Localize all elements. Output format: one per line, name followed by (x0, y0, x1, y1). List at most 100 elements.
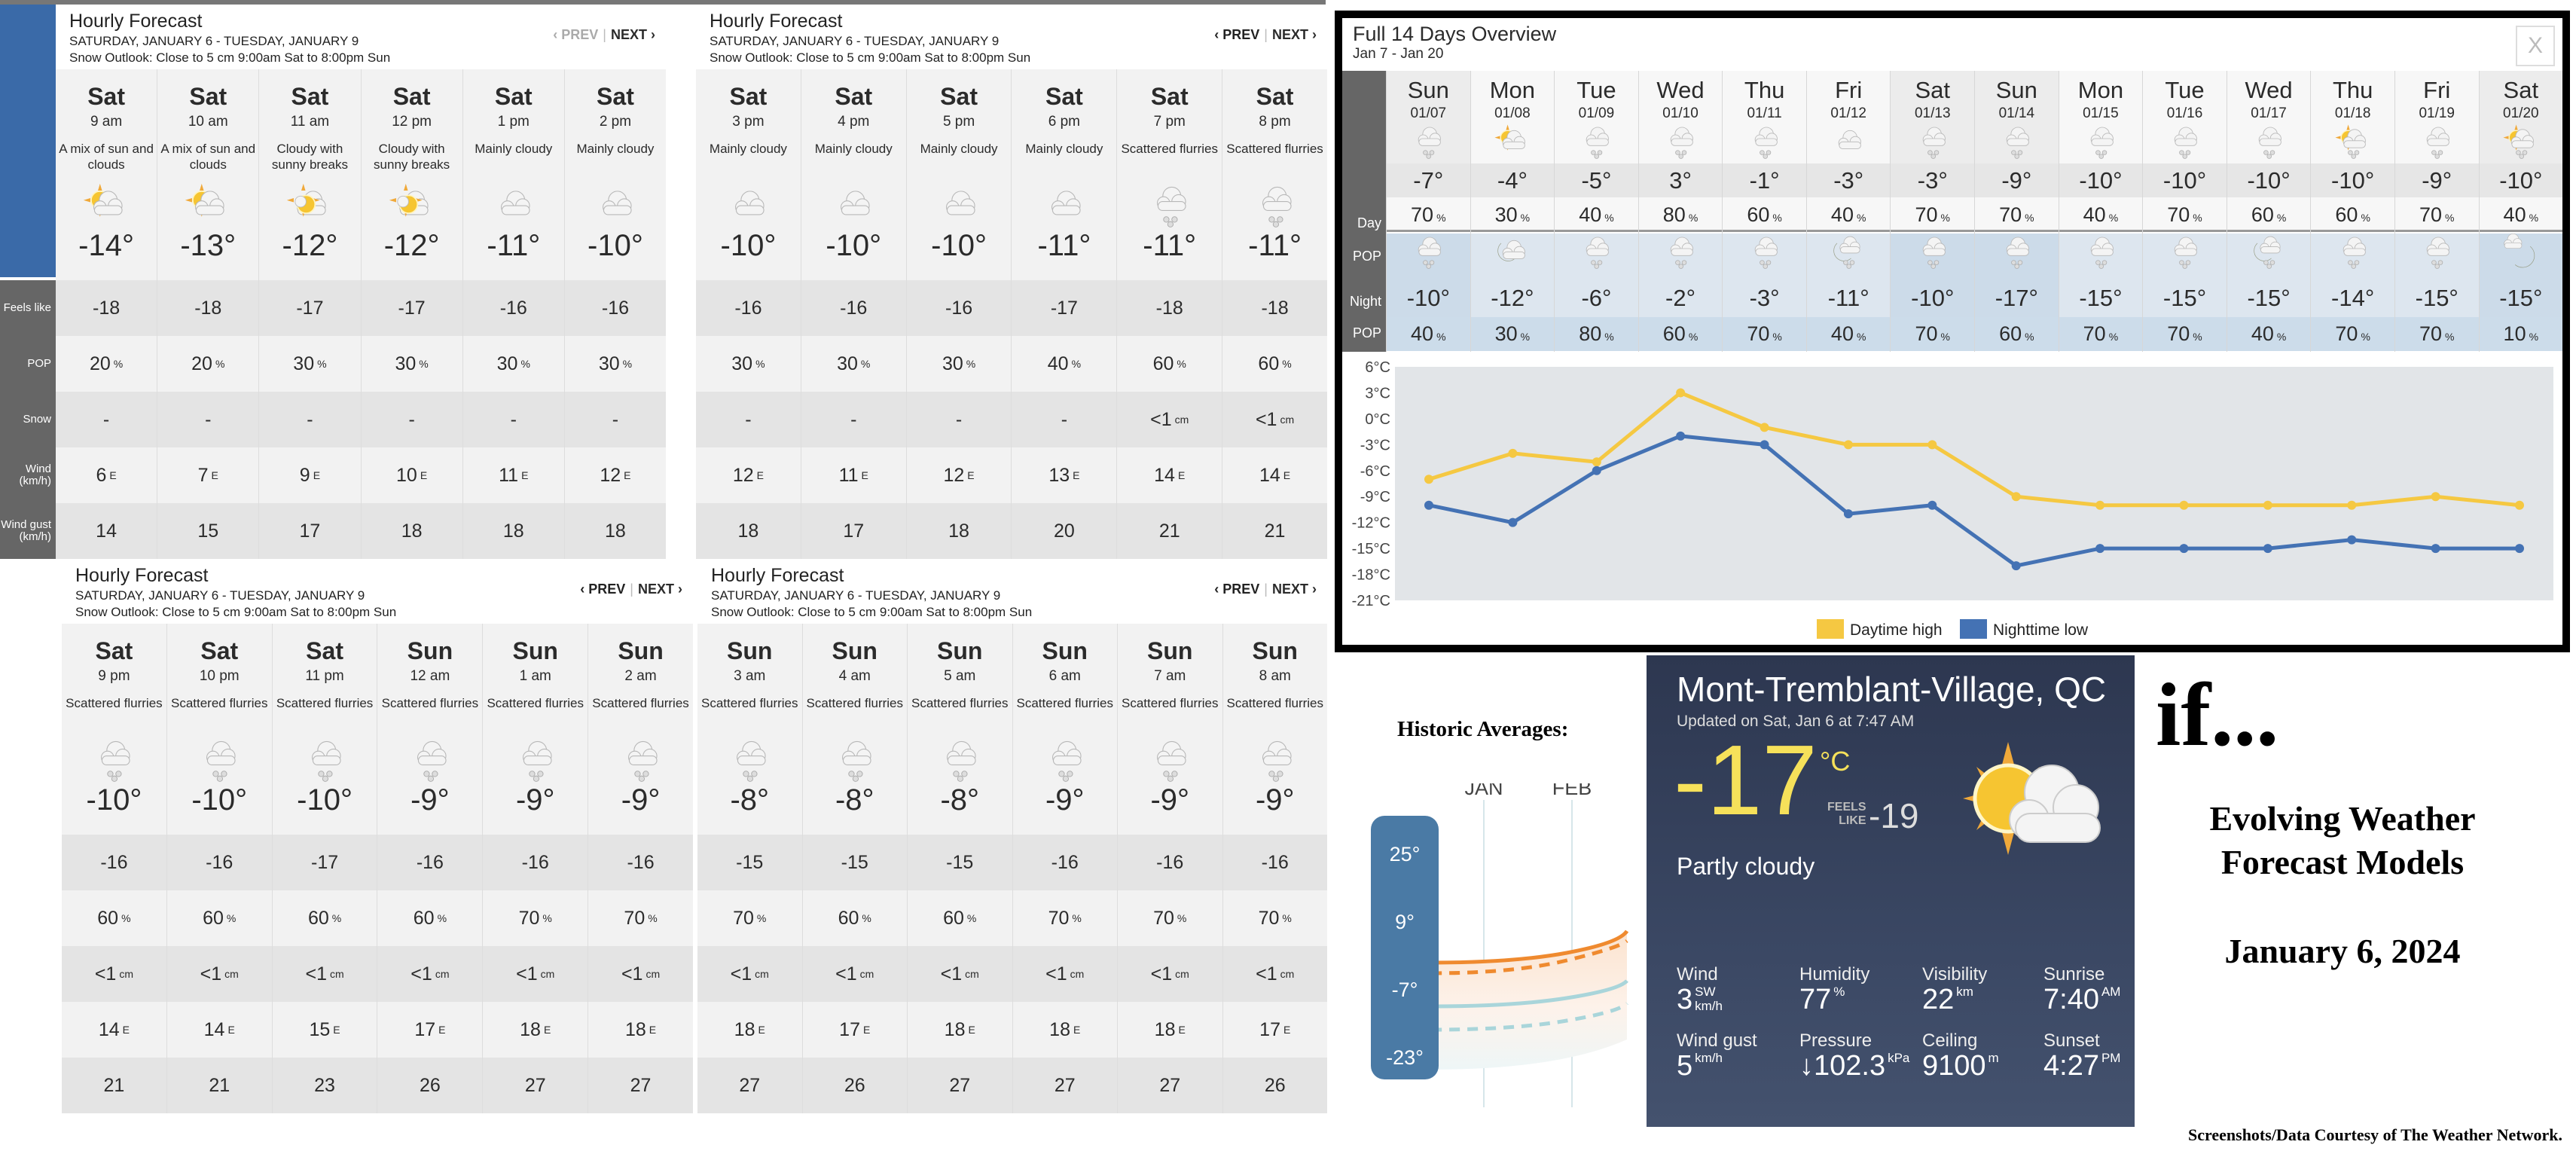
wind: 18 E (483, 1002, 588, 1058)
pop: 30% (801, 336, 906, 392)
prev-button[interactable]: ‹ PREV (580, 582, 625, 597)
feels-like: -16 (696, 280, 801, 336)
month-label-feb: FEB (1552, 783, 1592, 799)
data-point (2515, 500, 2524, 510)
data-point (1843, 440, 1853, 450)
y-tick-label: -21°C (1352, 593, 1390, 609)
hour-time: 8 am (1259, 668, 1291, 684)
day-high: -10° (2143, 163, 2227, 197)
next-button[interactable]: NEXT › (638, 582, 682, 597)
night-icon-cell (1638, 234, 1723, 279)
day-column: Fri 01/19 -9° 70% -15° 70% (2394, 71, 2479, 352)
day-header: Fri 01/19 (2394, 71, 2479, 163)
hour-column: Sun 4 am Scattered flurries -8° -15 60% <1 cm 17… (801, 624, 907, 1113)
detail-label: Sunset (2043, 1030, 2100, 1051)
day-date: 01/11 (1747, 105, 1782, 121)
day-name: Sat (1915, 77, 1951, 103)
detail-item: Humidity 77% (1799, 964, 1922, 1014)
wind: 18 E (697, 1002, 802, 1058)
day-date: 01/20 (2503, 105, 2539, 121)
snow: - (696, 392, 801, 447)
feels-like: -18 (56, 280, 157, 336)
snow-icon (2165, 124, 2203, 161)
data-point (1760, 423, 1769, 432)
pop: 60% (377, 890, 483, 946)
wind: 14 E (166, 1002, 272, 1058)
detail-item: Ceiling 9100 m (1922, 1030, 2043, 1080)
hour-time: 4 am (838, 668, 871, 684)
detail-value: 5 km/h (1677, 1050, 1723, 1082)
detail-value: 77% (1799, 984, 1845, 1015)
night-icon-cell (2227, 234, 2311, 279)
hour-column: Sat 11 pm Scattered flurries -10° -17 60% <1 cm… (271, 624, 377, 1113)
close-button[interactable]: X (2516, 26, 2555, 66)
prev-button[interactable]: ‹ PREV (553, 27, 598, 42)
snow-icon (1746, 234, 1784, 271)
hour-temp: -8° (730, 783, 770, 817)
day-name: Mon (2077, 77, 2124, 103)
hour-summary: Sun 3 am Scattered flurries -8° (697, 624, 802, 835)
hourly-header: Hourly Forecast SATURDAY, JANUARY 6 - TUE… (696, 5, 1327, 69)
next-button[interactable]: NEXT › (1272, 582, 1317, 597)
pop: 60% (802, 890, 907, 946)
sun-cloud-icon (184, 182, 232, 230)
hour-summary: Sat 5 pm Mainly cloudy -10° (906, 69, 1012, 280)
hour-condition: Mainly cloudy (475, 142, 553, 156)
hour-summary: Sun 12 am Scattered flurries -9° (377, 624, 483, 835)
detail-value: 7:40 AM (2043, 984, 2121, 1015)
night-pop: 70% (2059, 317, 2143, 351)
pop: 30% (259, 336, 361, 392)
wind-gust: 21 (166, 1058, 272, 1113)
hour-condition: Scattered flurries (701, 696, 798, 710)
snow: - (56, 392, 157, 447)
legend-label: Nighttime low (1993, 621, 2089, 639)
snow-icon (2082, 124, 2120, 161)
data-point (1592, 466, 1601, 475)
snow: - (564, 392, 667, 447)
fourteen-day-overview: Full 14 Days Overview Jan 7 - Jan 20 X D… (1335, 11, 2570, 652)
day-column: Mon 01/15 -10° 40% -15° 70% (2058, 71, 2143, 352)
hour-temp: -9° (1255, 783, 1295, 817)
detail-label: Wind (1677, 964, 1718, 985)
snow-icon (1914, 124, 1952, 161)
next-button[interactable]: NEXT › (1272, 27, 1317, 42)
data-point (1676, 388, 1686, 398)
next-button[interactable]: NEXT › (611, 27, 655, 42)
snow: <1 cm (272, 946, 377, 1002)
wind: 6E (56, 447, 157, 503)
prev-button[interactable]: ‹ PREV (1214, 582, 1259, 597)
moon-snow-icon (2250, 234, 2288, 271)
hour-temp: -11° (487, 229, 541, 262)
hour-day: Sun (618, 637, 664, 664)
hour-summary: Sun 5 am Scattered flurries -8° (908, 624, 1012, 835)
row-label: POP (27, 356, 51, 370)
wind: 17 E (1222, 1002, 1327, 1058)
current-temp: -17 (1674, 725, 1818, 835)
prev-button[interactable]: ‹ PREV (1214, 27, 1259, 42)
pop: 40% (1012, 336, 1117, 392)
legend-swatch (1817, 619, 1844, 639)
day-header: Sun 01/14 (1975, 71, 2059, 163)
feels-like: -16 (483, 835, 588, 890)
condition-text: Partly cloudy (1677, 853, 1815, 880)
temperature-chart-svg: 6°C 3°C 0°C -3°C -6°C -9°C -12°C -15°C -18°C -21°… (1352, 359, 2553, 639)
night-icon-cell (1387, 234, 1470, 279)
wind-gust: 21 (62, 1058, 166, 1113)
snow: <1 cm (377, 946, 483, 1002)
hour-day: Sun (832, 637, 877, 664)
pop: 60% (908, 890, 1012, 946)
wind-gust: 27 (908, 1058, 1012, 1113)
hour-time: 12 am (410, 668, 450, 684)
night-pop: 60% (1638, 317, 1723, 351)
detail-label: Visibility (1922, 964, 1988, 985)
snow-icon (1251, 737, 1299, 785)
cloud-icon (490, 182, 538, 230)
data-point (2179, 544, 2189, 554)
hour-condition: Mainly cloudy (709, 142, 787, 156)
wind-gust: 17 (259, 503, 361, 559)
night-low: -3° (1723, 279, 1806, 317)
feels-like: -18 (1117, 280, 1222, 336)
hour-temp: -10° (931, 229, 987, 262)
night-icon-cell (2311, 234, 2394, 279)
day-name: Mon (1489, 77, 1536, 103)
